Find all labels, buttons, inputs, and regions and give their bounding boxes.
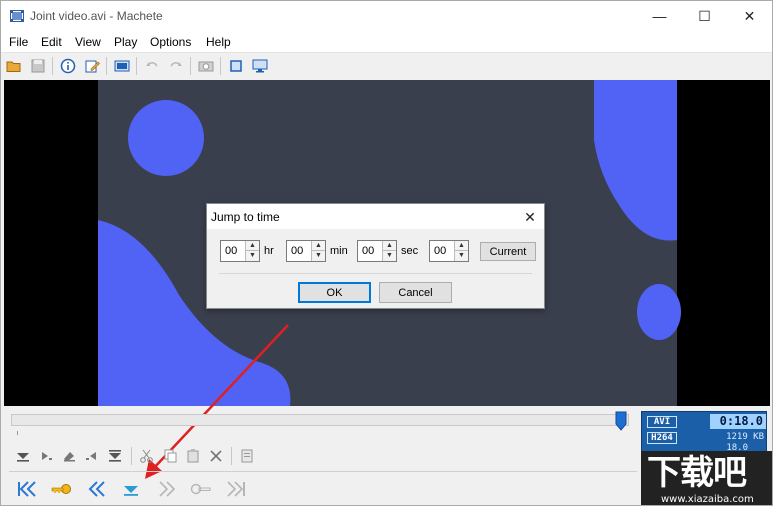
playback-controls (1, 477, 637, 501)
keyframe-back-icon[interactable] (49, 478, 73, 500)
mark-in-icon[interactable] (14, 447, 32, 465)
watermark-logo-text: 下载吧 (647, 453, 747, 493)
edit-separator (131, 447, 132, 465)
delete-icon[interactable] (207, 447, 225, 465)
eraser-icon[interactable] (60, 447, 78, 465)
keyframe-forward-icon[interactable] (189, 478, 213, 500)
edit-separator (231, 447, 232, 465)
mark-out-icon[interactable] (37, 447, 55, 465)
site-watermark: 下载吧 www.xiazaiba.com (641, 451, 772, 505)
go-to-start-icon[interactable] (15, 478, 39, 500)
app-window: Joint video.avi - Machete — ☐ ✕ File Edi… (0, 0, 773, 506)
file-size-label: 1219 KB (726, 432, 764, 442)
mark-end-icon[interactable] (106, 447, 124, 465)
seek-thumb[interactable] (615, 411, 627, 431)
edit-controls (1, 445, 637, 467)
rewind-icon[interactable] (85, 478, 109, 500)
properties-icon[interactable] (238, 447, 256, 465)
cut-icon[interactable] (138, 447, 156, 465)
controls-divider (9, 471, 637, 472)
container-badge: AVI (647, 416, 677, 428)
seek-bar[interactable] (11, 414, 629, 426)
go-to-end-icon[interactable] (224, 478, 248, 500)
forward-icon[interactable] (155, 478, 179, 500)
watermark-url: www.xiazaiba.com (661, 494, 754, 505)
time-display: 0:18.0 (710, 414, 766, 429)
select-back-icon[interactable] (83, 447, 101, 465)
play-marker-icon[interactable] (119, 478, 143, 500)
paste-icon[interactable] (184, 447, 202, 465)
codec-badge: H264 (647, 432, 677, 444)
seek-tick (17, 431, 18, 435)
copy-icon[interactable] (161, 447, 179, 465)
